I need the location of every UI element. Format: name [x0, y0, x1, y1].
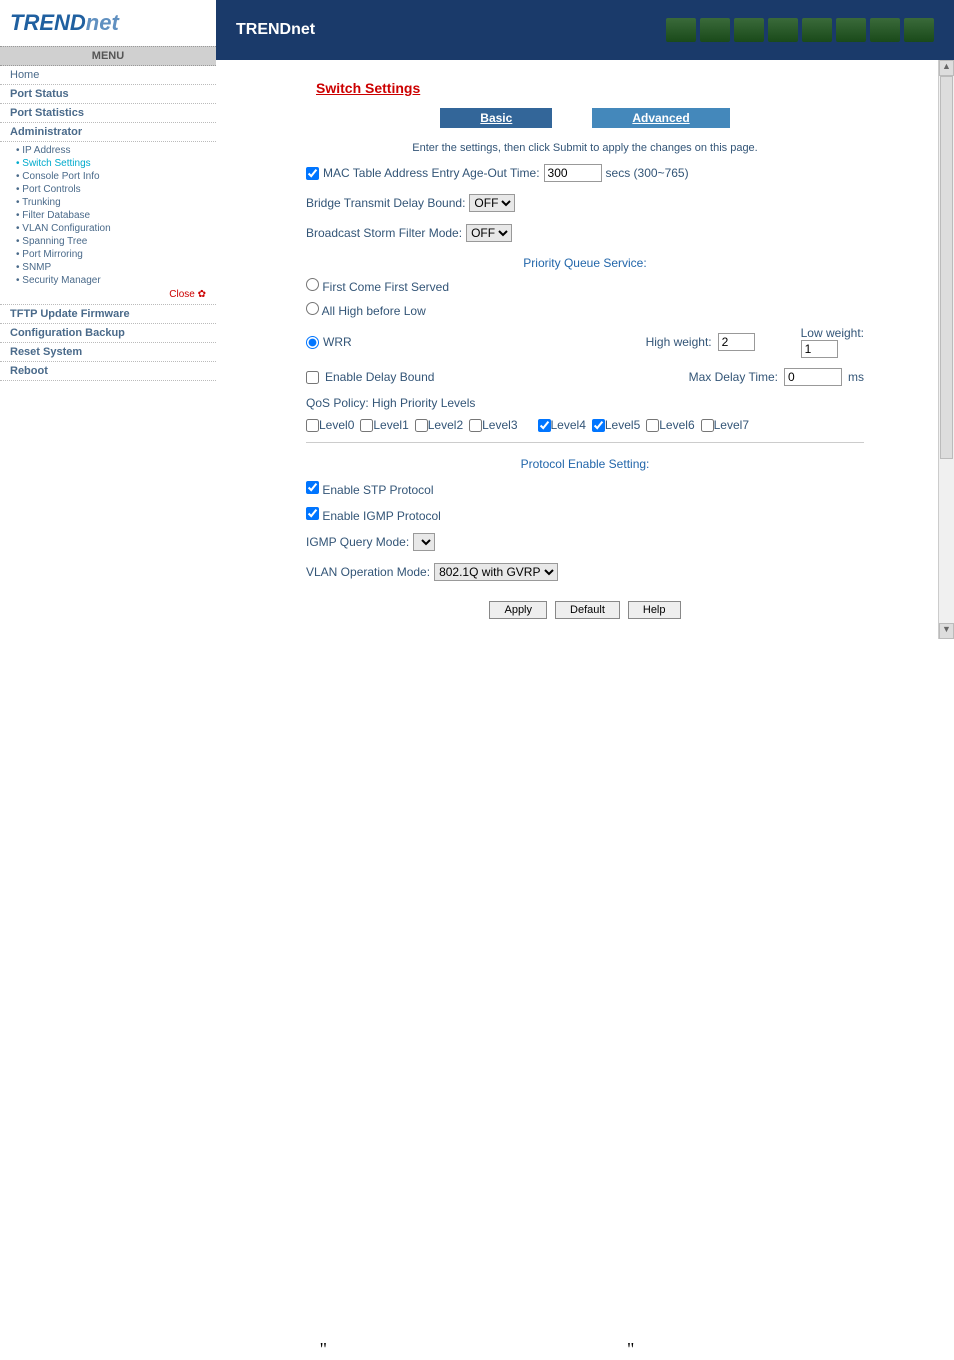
low-weight-label: Low weight:	[801, 326, 864, 340]
mac-table-unit: secs (300~765)	[606, 166, 689, 180]
wrr-label: WRR	[323, 335, 352, 349]
vertical-scrollbar[interactable]: ▲ ▼	[938, 60, 954, 639]
wrr-row: WRR High weight: Low weight:	[306, 326, 864, 358]
submenu-port-controls[interactable]: Port Controls	[10, 183, 216, 196]
submenu-switch-settings[interactable]: Switch Settings	[10, 157, 216, 170]
igmp-query-label: IGMP Query Mode:	[306, 535, 409, 549]
allhigh-label: All High before Low	[322, 304, 426, 318]
stp-row: Enable STP Protocol	[306, 481, 864, 497]
max-delay-input[interactable]	[784, 368, 842, 386]
bridge-delay-label: Bridge Transmit Delay Bound:	[306, 196, 465, 210]
mac-table-input[interactable]	[544, 164, 602, 182]
scroll-up-icon[interactable]: ▲	[939, 60, 954, 76]
igmp-query-row: IGMP Query Mode:	[306, 533, 864, 551]
level3-checkbox[interactable]	[469, 419, 482, 432]
menu-reset-system[interactable]: Reset System	[0, 343, 216, 362]
page-container: TRENDnet MENU Home Port Status Port Stat…	[0, 0, 954, 639]
allhigh-radio[interactable]	[306, 302, 319, 315]
storm-filter-label: Broadcast Storm Filter Mode:	[306, 226, 462, 240]
fcfs-label: First Come First Served	[322, 280, 449, 294]
low-weight-input[interactable]	[801, 340, 838, 358]
mac-table-checkbox[interactable]	[306, 167, 319, 180]
vlan-mode-label: VLAN Operation Mode:	[306, 565, 430, 579]
mac-table-row: MAC Table Address Entry Age-Out Time: se…	[306, 164, 864, 182]
menu-header: MENU	[0, 46, 216, 66]
max-delay-label: Max Delay Time:	[689, 370, 778, 384]
submenu-port-mirroring[interactable]: Port Mirroring	[10, 248, 216, 261]
level4-checkbox[interactable]	[538, 419, 551, 432]
protocol-title: Protocol Enable Setting:	[306, 457, 864, 471]
qos-levels-row: Level0 Level1 Level2 Level3 Level4 Level…	[306, 418, 864, 432]
tab-advanced[interactable]: Advanced	[592, 108, 729, 128]
delay-bound-label: Enable Delay Bound	[325, 370, 434, 384]
menu-port-statistics[interactable]: Port Statistics	[0, 104, 216, 123]
fcfs-radio[interactable]	[306, 278, 319, 291]
submenu-close[interactable]: Close ✿	[10, 287, 216, 302]
menu-administrator[interactable]: Administrator	[0, 123, 216, 142]
bridge-delay-row: Bridge Transmit Delay Bound: OFF	[306, 194, 864, 212]
max-delay-unit: ms	[848, 370, 864, 384]
mac-table-label: MAC Table Address Entry Age-Out Time:	[323, 166, 540, 180]
submenu-spanning-tree[interactable]: Spanning Tree	[10, 235, 216, 248]
igmp-checkbox[interactable]	[306, 507, 319, 520]
submenu-ip-address[interactable]: IP Address	[10, 144, 216, 157]
scroll-thumb[interactable]	[940, 76, 953, 459]
tabs-bar: Basic Advanced	[276, 108, 894, 128]
delay-bound-checkbox[interactable]	[306, 371, 319, 384]
main-area: TRENDnet Switch Settings Basic Advanced …	[216, 0, 954, 639]
header-brand: TRENDnet	[236, 21, 315, 39]
tab-basic[interactable]: Basic	[440, 108, 552, 128]
priority-queue-title: Priority Queue Service:	[306, 256, 864, 270]
level0-checkbox[interactable]	[306, 419, 319, 432]
buttons-row: Apply Default Help	[306, 601, 864, 619]
level7-checkbox[interactable]	[701, 419, 714, 432]
device-header: TRENDnet	[216, 0, 954, 60]
level1-checkbox[interactable]	[360, 419, 373, 432]
stp-checkbox[interactable]	[306, 481, 319, 494]
menu-home[interactable]: Home	[0, 66, 216, 85]
content-area: Switch Settings Basic Advanced Enter the…	[216, 60, 954, 639]
submenu-security-manager[interactable]: Security Manager	[10, 274, 216, 287]
scroll-track[interactable]	[939, 76, 954, 623]
submenu-vlan-configuration[interactable]: VLAN Configuration	[10, 222, 216, 235]
allhigh-row: All High before Low	[306, 302, 864, 318]
high-weight-input[interactable]	[718, 333, 755, 351]
brand-logo: TRENDnet	[0, 0, 216, 46]
qos-policy-label: QoS Policy: High Priority Levels	[306, 396, 864, 410]
igmp-row: Enable IGMP Protocol	[306, 507, 864, 523]
igmp-label: Enable IGMP Protocol	[322, 509, 441, 523]
stp-label: Enable STP Protocol	[322, 483, 433, 497]
delay-bound-row: Enable Delay Bound Max Delay Time: ms	[306, 368, 864, 386]
level5-checkbox[interactable]	[592, 419, 605, 432]
vlan-mode-select[interactable]: 802.1Q with GVRP	[434, 563, 558, 581]
high-weight-label: High weight:	[646, 335, 712, 349]
wrr-radio[interactable]	[306, 336, 319, 349]
scroll-down-icon[interactable]: ▼	[939, 623, 954, 639]
submenu-snmp[interactable]: SNMP	[10, 261, 216, 274]
menu-config-backup[interactable]: Configuration Backup	[0, 324, 216, 343]
storm-filter-row: Broadcast Storm Filter Mode: OFF	[306, 224, 864, 242]
submenu-filter-database[interactable]: Filter Database	[10, 209, 216, 222]
page-title: Switch Settings	[316, 80, 894, 96]
port-led-panel	[666, 18, 934, 42]
igmp-query-select[interactable]	[413, 533, 435, 551]
level6-checkbox[interactable]	[646, 419, 659, 432]
admin-submenu: IP Address Switch Settings Console Port …	[0, 142, 216, 305]
submenu-console-port-info[interactable]: Console Port Info	[10, 170, 216, 183]
fcfs-row: First Come First Served	[306, 278, 864, 294]
apply-button[interactable]: Apply	[489, 601, 547, 619]
storm-filter-select[interactable]: OFF	[466, 224, 512, 242]
menu-port-status[interactable]: Port Status	[0, 85, 216, 104]
sidebar: TRENDnet MENU Home Port Status Port Stat…	[0, 0, 216, 639]
vlan-mode-row: VLAN Operation Mode: 802.1Q with GVRP	[306, 563, 864, 581]
submenu-trunking[interactable]: Trunking	[10, 196, 216, 209]
help-button[interactable]: Help	[628, 601, 681, 619]
menu-reboot[interactable]: Reboot	[0, 362, 216, 381]
menu-tftp-update[interactable]: TFTP Update Firmware	[0, 305, 216, 324]
level2-checkbox[interactable]	[415, 419, 428, 432]
form-area: Enter the settings, then click Submit to…	[276, 142, 894, 619]
instructions-text: Enter the settings, then click Submit to…	[306, 142, 864, 154]
bridge-delay-select[interactable]: OFF	[469, 194, 515, 212]
default-button[interactable]: Default	[555, 601, 620, 619]
